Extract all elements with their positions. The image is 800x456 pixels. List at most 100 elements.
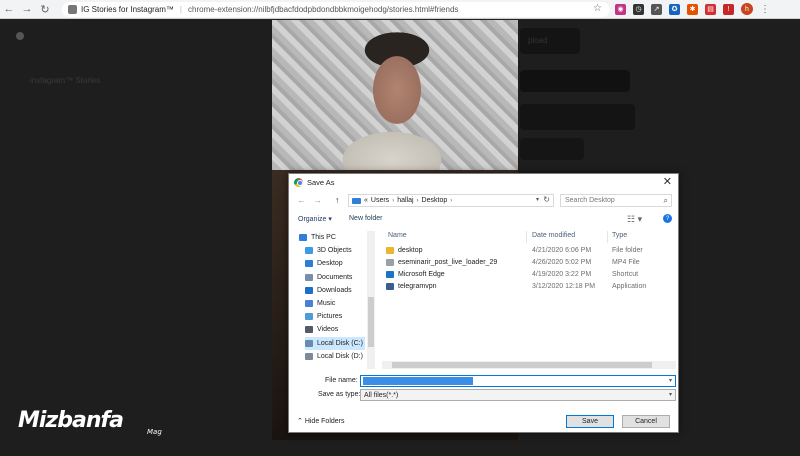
file-name-label: File name: xyxy=(325,377,358,384)
story-label: instagram™ Stories xyxy=(30,76,101,85)
file-date: 4/19/2020 3:22 PM xyxy=(532,271,592,278)
breadcrumb-prefix: « xyxy=(364,197,368,204)
bookmark-star-icon[interactable]: ☆ xyxy=(593,3,602,14)
breadcrumb-item-users[interactable]: Users xyxy=(371,197,389,204)
address-bar[interactable]: IG Stories for Instagram™ | chrome-exten… xyxy=(62,2,610,17)
upload-button[interactable]: pload xyxy=(520,28,580,54)
cancel-button[interactable]: Cancel xyxy=(622,415,670,428)
file-row[interactable]: telegramvpn 3/12/2020 12:18 PM Application xyxy=(382,281,672,293)
chevron-down-icon[interactable]: ▾ xyxy=(669,391,672,398)
file-list-scrollbar[interactable] xyxy=(382,361,676,369)
nav-item[interactable]: Local Disk (D:) xyxy=(305,350,365,363)
nav-item[interactable]: 3D Objects xyxy=(305,244,365,257)
file-type: Shortcut xyxy=(612,271,639,278)
file-name-value xyxy=(363,377,473,385)
hide-folders-toggle[interactable]: ⌃ Hide Folders xyxy=(297,417,345,425)
instagram-icon[interactable]: ◉ xyxy=(615,3,626,15)
nav-item[interactable]: Pictures xyxy=(305,310,365,323)
input-placeholder xyxy=(520,70,630,92)
file-icon xyxy=(386,271,394,278)
separator: | xyxy=(179,5,182,14)
nav-item[interactable]: Downloads xyxy=(305,284,365,297)
up-arrow-icon[interactable]: ↑ xyxy=(335,195,340,205)
search-input[interactable]: Search Desktop ⌕ xyxy=(560,194,672,207)
chrome-icon xyxy=(294,177,303,187)
column-divider xyxy=(526,231,527,243)
chevron-down-icon[interactable]: ▾ xyxy=(536,196,539,203)
back-button[interactable]: ← xyxy=(0,0,18,18)
breadcrumb-item-desktop[interactable]: Desktop xyxy=(422,197,448,204)
pdf-icon[interactable]: ▤ xyxy=(705,3,716,15)
file-row[interactable]: eseminarir_post_live_loader_29 4/26/2020 … xyxy=(382,257,672,269)
nav-pane-scrollbar[interactable] xyxy=(367,231,375,369)
file-name: desktop xyxy=(398,247,423,254)
url-text: chrome-extension://nilbfjdbacfdodpbdondb… xyxy=(188,5,459,14)
profile-avatar[interactable]: h xyxy=(741,3,753,15)
nav-item-label: This PC xyxy=(311,234,336,241)
save-button[interactable]: Save xyxy=(566,415,614,428)
dialog-footer: ⌃ Hide Folders Save Cancel xyxy=(289,411,678,431)
folder-icon xyxy=(305,260,313,268)
browser-menu-icon[interactable]: ⋮ xyxy=(760,4,770,15)
arrow-icon[interactable]: ↗ xyxy=(651,3,662,15)
breadcrumb[interactable]: « Users › hallaj › Desktop › ▾ ↻ xyxy=(348,194,554,207)
card-placeholder xyxy=(520,104,635,130)
column-header-date[interactable]: Date modified xyxy=(532,232,575,239)
save-as-type-label: Save as type: xyxy=(318,391,361,398)
nav-item[interactable]: Local Disk (C:) xyxy=(305,336,365,350)
chevron-up-icon: ⌃ xyxy=(297,418,305,425)
file-type: MP4 File xyxy=(612,259,640,266)
forward-arrow-icon[interactable]: → xyxy=(313,195,322,205)
search-icon: ⌕ xyxy=(663,196,668,205)
column-divider xyxy=(607,231,608,243)
breadcrumb-item-hallaj[interactable]: hallaj xyxy=(397,197,413,204)
chevron-right-icon: › xyxy=(416,197,419,204)
file-name-input[interactable]: ▾ xyxy=(360,375,676,387)
forward-button[interactable]: → xyxy=(18,0,36,18)
file-row[interactable]: desktop 4/21/2020 6:06 PM File folder xyxy=(382,245,672,257)
shield-icon[interactable]: ✪ xyxy=(669,3,680,15)
chevron-right-icon: › xyxy=(392,197,395,204)
scrollbar-thumb[interactable] xyxy=(368,297,374,347)
save-as-dialog: Save As ✕ ← → ↑ « Users › hallaj › Deskt… xyxy=(288,173,679,433)
folder-icon xyxy=(305,326,313,334)
nav-item-label: Desktop xyxy=(317,260,343,268)
nav-item-label: Music xyxy=(317,300,336,307)
back-arrow-icon[interactable]: ← xyxy=(297,195,306,205)
save-as-type-value: All files(*.*) xyxy=(364,391,399,399)
refresh-icon[interactable]: ↻ xyxy=(543,195,550,204)
extension-icon xyxy=(68,5,77,14)
nav-item-label: Pictures xyxy=(317,313,343,321)
file-name: Microsoft Edge xyxy=(398,271,445,278)
view-options-icon[interactable]: ☷ ▾ xyxy=(627,214,642,225)
navigation-pane: This PC 3D Objects Desktop Documents Downloa… xyxy=(293,231,377,369)
clock-icon[interactable]: ◷ xyxy=(633,3,644,15)
dialog-address-row: ← → ↑ « Users › hallaj › Desktop › ▾ ↻ S… xyxy=(289,192,678,210)
file-icon xyxy=(386,283,394,290)
nav-item-label: Local Disk (D:) xyxy=(317,352,363,360)
chevron-down-icon[interactable]: ▾ xyxy=(669,377,672,384)
nav-item-label: Documents xyxy=(317,273,353,281)
alert-icon[interactable]: ! xyxy=(723,3,734,15)
save-as-type-select[interactable]: All files(*.*) ▾ xyxy=(360,389,676,401)
column-header-type[interactable]: Type xyxy=(612,232,627,239)
new-folder-button[interactable]: New folder xyxy=(349,215,382,222)
organize-button[interactable]: Organize ▾ xyxy=(298,215,332,223)
scrollbar-thumb[interactable] xyxy=(392,362,652,368)
nav-item[interactable]: Documents xyxy=(305,271,365,284)
file-row[interactable]: Microsoft Edge 4/19/2020 3:22 PM Shortcut xyxy=(382,269,672,281)
nav-item[interactable]: This PC xyxy=(299,231,365,244)
computer-icon xyxy=(352,197,361,204)
save-form: File name: ▾ Save as type: All files(*.*… xyxy=(289,371,678,405)
nav-item[interactable]: Music xyxy=(305,297,365,310)
settings-icon[interactable]: ✱ xyxy=(687,3,698,15)
close-icon[interactable]: ✕ xyxy=(663,175,672,188)
folder-icon xyxy=(305,286,313,294)
help-icon[interactable]: ? xyxy=(663,214,672,223)
nav-item[interactable]: Desktop xyxy=(305,257,365,270)
reload-button[interactable]: ↻ xyxy=(36,0,54,18)
column-header-name[interactable]: Name xyxy=(388,232,407,239)
nav-item[interactable]: Videos xyxy=(305,323,365,336)
folder-icon xyxy=(305,313,313,321)
page-title: IG Stories for Instagram™ xyxy=(81,5,174,14)
